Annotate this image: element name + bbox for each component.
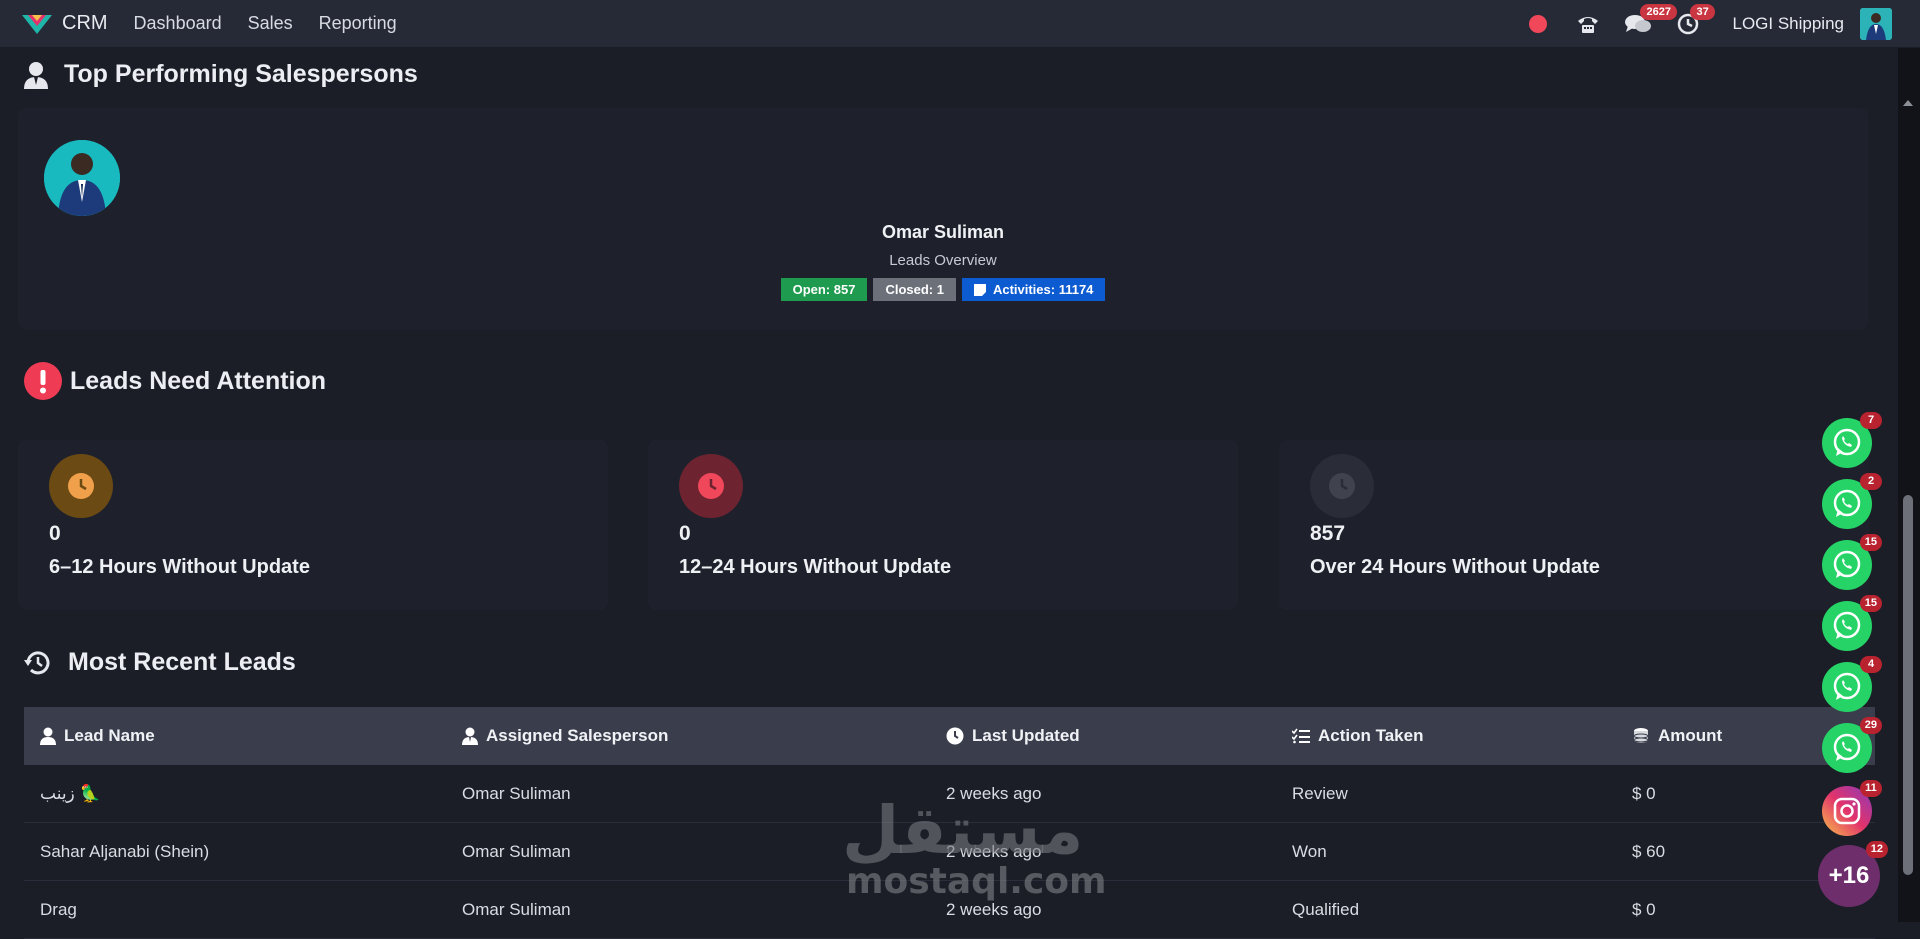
lead-name-cell[interactable]: Drag bbox=[24, 900, 446, 920]
company-switcher[interactable]: LOGI Shipping bbox=[1732, 14, 1844, 34]
exclamation-circle-icon bbox=[24, 362, 62, 400]
nav-link-dashboard[interactable]: Dashboard bbox=[134, 13, 222, 34]
whatsapp-count-badge: 7 bbox=[1860, 412, 1882, 429]
col-last-updated[interactable]: Last Updated bbox=[930, 726, 1276, 746]
activities-count-badge: 37 bbox=[1690, 4, 1715, 20]
whatsapp-icon bbox=[1833, 611, 1861, 639]
messages-count-badge: 2627 bbox=[1640, 4, 1677, 20]
open-leads-badge: Open: 857 bbox=[780, 278, 868, 301]
instagram-button[interactable]: 11 bbox=[1822, 780, 1882, 836]
coins-icon bbox=[1633, 728, 1649, 743]
attention-count: 857 bbox=[1310, 522, 1346, 545]
salesperson-stats: Open: 857 Closed: 1 Activities: 11174 bbox=[18, 278, 1868, 301]
whatsapp-count-badge: 4 bbox=[1860, 656, 1882, 673]
closed-leads-badge: Closed: 1 bbox=[873, 278, 956, 301]
lead-name-cell[interactable]: Sahar Aljanabi (Shein) bbox=[24, 842, 446, 862]
whatsapp-button-2[interactable]: 2 bbox=[1822, 473, 1882, 529]
whatsapp-icon bbox=[1833, 733, 1861, 761]
user-tie-icon bbox=[462, 727, 478, 745]
whatsapp-count-badge: 15 bbox=[1859, 534, 1882, 551]
top-performers-heading: Top Performing Salespersons bbox=[24, 60, 418, 89]
attention-card-6-12[interactable]: 0 6–12 Hours Without Update bbox=[18, 440, 608, 610]
action-cell: Qualified bbox=[1292, 899, 1360, 919]
col-assigned-salesperson[interactable]: Assigned Salesperson bbox=[446, 726, 930, 746]
more-channels-label: +16 bbox=[1828, 862, 1870, 889]
user-avatar[interactable] bbox=[1860, 8, 1892, 40]
more-channels-count-badge: 12 bbox=[1865, 841, 1888, 858]
attention-label: Over 24 Hours Without Update bbox=[1310, 556, 1600, 578]
chat-icon[interactable]: 2627 bbox=[1624, 4, 1677, 38]
recent-leads-title: Most Recent Leads bbox=[68, 648, 296, 676]
nav-link-reporting[interactable]: Reporting bbox=[319, 13, 397, 34]
attention-title: Leads Need Attention bbox=[70, 366, 327, 395]
navbar-systray: 2627 37 LOGI Shipping bbox=[1524, 0, 1920, 48]
action-cell: Won bbox=[1292, 841, 1327, 861]
last-updated-cell: 2 weeks ago bbox=[946, 899, 1042, 919]
activities-badge-label: Activities: 11174 bbox=[992, 282, 1094, 297]
attention-heading: Leads Need Attention bbox=[24, 362, 326, 400]
crm-logo-icon[interactable] bbox=[20, 12, 54, 36]
red-clock-icon bbox=[679, 454, 743, 518]
gray-clock-icon bbox=[1310, 454, 1374, 518]
salesperson-name[interactable]: Omar Suliman bbox=[18, 222, 1868, 243]
top-performer-card: Omar Suliman Leads Overview Open: 857 Cl… bbox=[18, 108, 1868, 330]
whatsapp-button-3[interactable]: 15 bbox=[1822, 534, 1882, 590]
watermark-latin: mostaql.com bbox=[846, 861, 1107, 902]
watermark-arabic: مستقل bbox=[842, 792, 1084, 869]
salesperson-avatar[interactable] bbox=[44, 140, 120, 216]
attention-label: 6–12 Hours Without Update bbox=[49, 556, 310, 578]
top-navbar: CRM Dashboard Sales Reporting 2627 37 LO… bbox=[0, 0, 1920, 48]
scroll-up-arrow-icon[interactable] bbox=[1903, 100, 1913, 106]
user-icon bbox=[40, 727, 56, 745]
whatsapp-count-badge: 15 bbox=[1859, 595, 1882, 612]
whatsapp-button-6[interactable]: 29 bbox=[1822, 717, 1882, 773]
salesperson-cell: Omar Suliman bbox=[462, 899, 571, 919]
attention-card-over-24[interactable]: 857 Over 24 Hours Without Update bbox=[1279, 440, 1869, 610]
col-action-taken[interactable]: Action Taken bbox=[1276, 726, 1616, 746]
lead-name-cell[interactable]: زينب 🦜 bbox=[24, 784, 446, 804]
whatsapp-icon bbox=[1833, 489, 1861, 517]
attention-label: 12–24 Hours Without Update bbox=[679, 556, 952, 578]
attention-count: 0 bbox=[49, 522, 61, 545]
instagram-icon bbox=[1833, 797, 1861, 825]
nav-link-sales[interactable]: Sales bbox=[248, 13, 293, 34]
whatsapp-count-badge: 2 bbox=[1860, 473, 1882, 490]
clock-icon[interactable]: 37 bbox=[1674, 4, 1715, 38]
whatsapp-button-4[interactable]: 15 bbox=[1822, 595, 1882, 651]
top-performers-title: Top Performing Salespersons bbox=[64, 60, 418, 88]
recent-leads-heading: Most Recent Leads bbox=[24, 648, 296, 677]
whatsapp-button-5[interactable]: 4 bbox=[1822, 656, 1882, 712]
whatsapp-icon bbox=[1833, 672, 1861, 700]
activities-badge: Activities: 11174 bbox=[961, 278, 1106, 301]
whatsapp-button-1[interactable]: 7 bbox=[1822, 412, 1882, 468]
whatsapp-count-badge: 29 bbox=[1859, 717, 1882, 734]
leads-overview-label: Leads Overview bbox=[889, 252, 997, 269]
whatsapp-icon bbox=[1833, 550, 1861, 578]
phone-icon[interactable] bbox=[1574, 10, 1602, 38]
user-tie-icon bbox=[24, 61, 48, 89]
scrollbar-thumb[interactable] bbox=[1903, 495, 1913, 875]
col-lead-name[interactable]: Lead Name bbox=[24, 726, 446, 746]
page-scrollbar[interactable] bbox=[1898, 48, 1920, 922]
instagram-count-badge: 11 bbox=[1860, 780, 1882, 797]
record-indicator-icon[interactable] bbox=[1524, 10, 1552, 38]
attention-card-12-24[interactable]: 0 12–24 Hours Without Update bbox=[648, 440, 1238, 610]
app-brand[interactable]: CRM bbox=[62, 12, 108, 35]
more-channels-button[interactable]: +16 12 bbox=[1818, 841, 1888, 907]
list-check-icon bbox=[1292, 728, 1310, 744]
attention-count: 0 bbox=[679, 522, 691, 545]
table-header: Lead Name Assigned Salesperson Last Upda… bbox=[24, 707, 1875, 765]
action-cell: Review bbox=[1292, 783, 1348, 803]
whatsapp-icon bbox=[1833, 428, 1861, 456]
amber-clock-icon bbox=[49, 454, 113, 518]
clock-icon bbox=[946, 727, 964, 745]
history-icon bbox=[24, 650, 50, 674]
note-icon bbox=[973, 283, 986, 296]
